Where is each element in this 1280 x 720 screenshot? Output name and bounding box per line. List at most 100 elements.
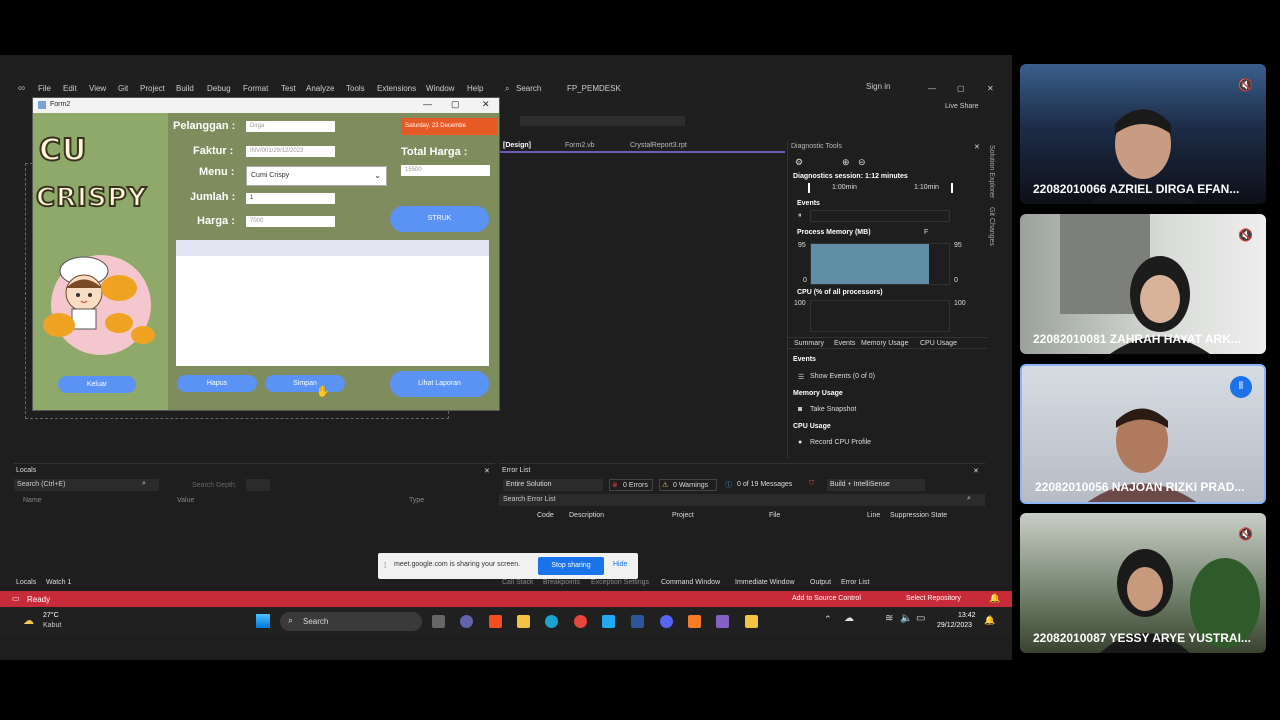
file-explorer-icon[interactable] [517,615,530,628]
notification-icon[interactable]: 🔔 [984,615,995,626]
toolbar-dropdown[interactable] [520,116,685,126]
col-suppression[interactable]: Suppression State [890,512,947,519]
menu-view[interactable]: View [89,84,106,93]
taskbar-search[interactable]: ⌕ Search [280,612,422,631]
settings-gear-icon[interactable]: ⚙ [795,157,803,168]
menu-project[interactable]: Project [140,84,165,93]
harga-input[interactable]: 7000 [246,216,335,227]
filter-icon[interactable]: ⛉ [809,480,814,488]
tab-cpu-usage[interactable]: CPU Usage [920,340,957,347]
maximize-icon[interactable]: ▢ [957,84,965,93]
tab-command-window[interactable]: Command Window [661,579,720,586]
visual-studio-icon[interactable] [716,615,729,628]
tab-watch-1[interactable]: Watch 1 [46,579,71,586]
xampp-icon[interactable] [688,615,701,628]
tab-breakpoints[interactable]: Breakpoints [543,579,580,586]
figma-icon[interactable] [489,615,502,628]
side-tab-solution-explorer[interactable]: Solution Explorer [988,145,995,198]
menu-help[interactable]: Help [467,84,483,93]
word-icon[interactable] [631,615,644,628]
menu-format[interactable]: Format [243,84,268,93]
lihat-laporan-button[interactable]: Lihat Laporan [390,371,489,397]
vscode-icon[interactable] [602,615,615,628]
minimize-icon[interactable]: — [928,84,936,93]
events-header[interactable]: Events [797,200,820,207]
ide-search[interactable]: Search [516,84,541,93]
menu-file[interactable]: File [38,84,51,93]
tab-design[interactable]: [Design] [497,140,537,152]
form-minimize-icon[interactable]: — [423,99,432,109]
form-app-icon[interactable] [745,615,758,628]
pelanggan-input[interactable]: Dirga [246,121,335,132]
edge-icon[interactable] [545,615,558,628]
add-source-control-button[interactable]: Add to Source Control [792,595,861,602]
struk-button[interactable]: STRUK [390,206,489,232]
menu-analyze[interactable]: Analyze [306,84,334,93]
panel-close-icon[interactable]: ✕ [974,143,980,151]
faktur-input[interactable]: INV/001/29/12/2023 [246,146,335,157]
col-description[interactable]: Description [569,512,604,519]
stop-sharing-button[interactable]: Stop sharing [538,557,604,575]
menu-tools[interactable]: Tools [346,84,365,93]
menu-git[interactable]: Git [118,84,128,93]
participant-tile-2[interactable]: 🔇 22082010081 ZAHRAH HAYAT ARK... [1020,214,1266,354]
build-select[interactable]: Build + IntelliSense [827,479,925,491]
search-depth-select[interactable] [246,479,270,491]
col-line[interactable]: Line [867,512,880,519]
tab-output[interactable]: Output [810,579,831,586]
pause-icon[interactable]: ⏸ [798,212,802,220]
cpu-header[interactable]: CPU (% of all processors) [797,289,883,296]
total-harga-input[interactable]: 15500 [401,165,490,176]
tab-summary[interactable]: Summary [794,340,824,347]
drag-handle-icon[interactable]: ⁞ [384,561,386,570]
search-icon[interactable]: ⌕ [505,84,509,94]
show-events-link[interactable]: Show Events (0 of 0) [810,373,875,380]
participant-tile-3[interactable]: ⦀ 22082010056 NAJOAN RIZKI PRAD... [1020,364,1266,504]
record-cpu-link[interactable]: Record CPU Profile [810,439,871,446]
select-repository-button[interactable]: Select Repository [906,595,961,602]
chrome-icon[interactable] [574,615,587,628]
tab-immediate-window[interactable]: Immediate Window [735,579,795,586]
menu-window[interactable]: Window [426,84,454,93]
hide-button[interactable]: Hide [613,561,627,568]
keluar-button[interactable]: Keluar [58,376,136,393]
battery-icon[interactable]: ▭ [916,613,925,624]
tab-error-list[interactable]: Error List [841,579,869,586]
errors-filter-button[interactable]: ⊗ 0 Errors [609,479,653,491]
discord-icon[interactable] [660,615,673,628]
menu-debug[interactable]: Debug [207,84,231,93]
menu-select[interactable]: Cumi Crispy ⌄ [246,166,387,186]
close-icon[interactable]: ✕ [987,84,994,93]
simpan-button[interactable]: Simpan [265,375,345,392]
participant-tile-4[interactable]: 🔇 22082010087 YESSY ARYE YUSTRAI... [1020,513,1266,653]
windows-start-icon[interactable] [256,614,270,628]
task-view-icon[interactable] [432,615,445,628]
tab-memory-usage[interactable]: Memory Usage [861,340,908,347]
onedrive-icon[interactable]: ☁ [844,613,854,624]
form-maximize-icon[interactable]: ▢ [451,99,460,110]
col-project[interactable]: Project [672,512,694,519]
teams-icon[interactable] [460,615,473,628]
side-tab-git-changes[interactable]: Git Changes [988,207,995,246]
locals-close-icon[interactable]: ✕ [484,467,490,475]
live-share-button[interactable]: Live Share [945,103,978,110]
notification-bell-icon[interactable]: 🔔 [989,593,1000,604]
tab-call-stack[interactable]: Call Stack [502,579,534,586]
col-code[interactable]: Code [537,512,554,519]
tab-events[interactable]: Events [834,340,855,347]
participant-tile-1[interactable]: 🔇 22082010066 AZRIEL DIRGA EFAN... [1020,64,1266,204]
data-grid[interactable] [176,240,489,366]
tray-chevron-icon[interactable]: ⌃ [824,614,832,625]
col-file[interactable]: File [769,512,780,519]
warnings-filter-button[interactable]: ⚠ 0 Warnings [659,479,717,491]
error-search-input[interactable]: Search Error List ⌕ [499,494,985,506]
volume-icon[interactable]: 🔈 [900,613,912,624]
menu-build[interactable]: Build [176,84,194,93]
menu-extensions[interactable]: Extensions [377,84,416,93]
clock-date[interactable]: 29/12/2023 [937,622,972,629]
sign-in-link[interactable]: Sign in [866,82,890,91]
take-snapshot-link[interactable]: Take Snapshot [810,406,856,413]
menu-edit[interactable]: Edit [63,84,77,93]
wifi-icon[interactable]: ≋ [885,613,893,624]
process-memory-header[interactable]: Process Memory (MB) [797,229,871,236]
